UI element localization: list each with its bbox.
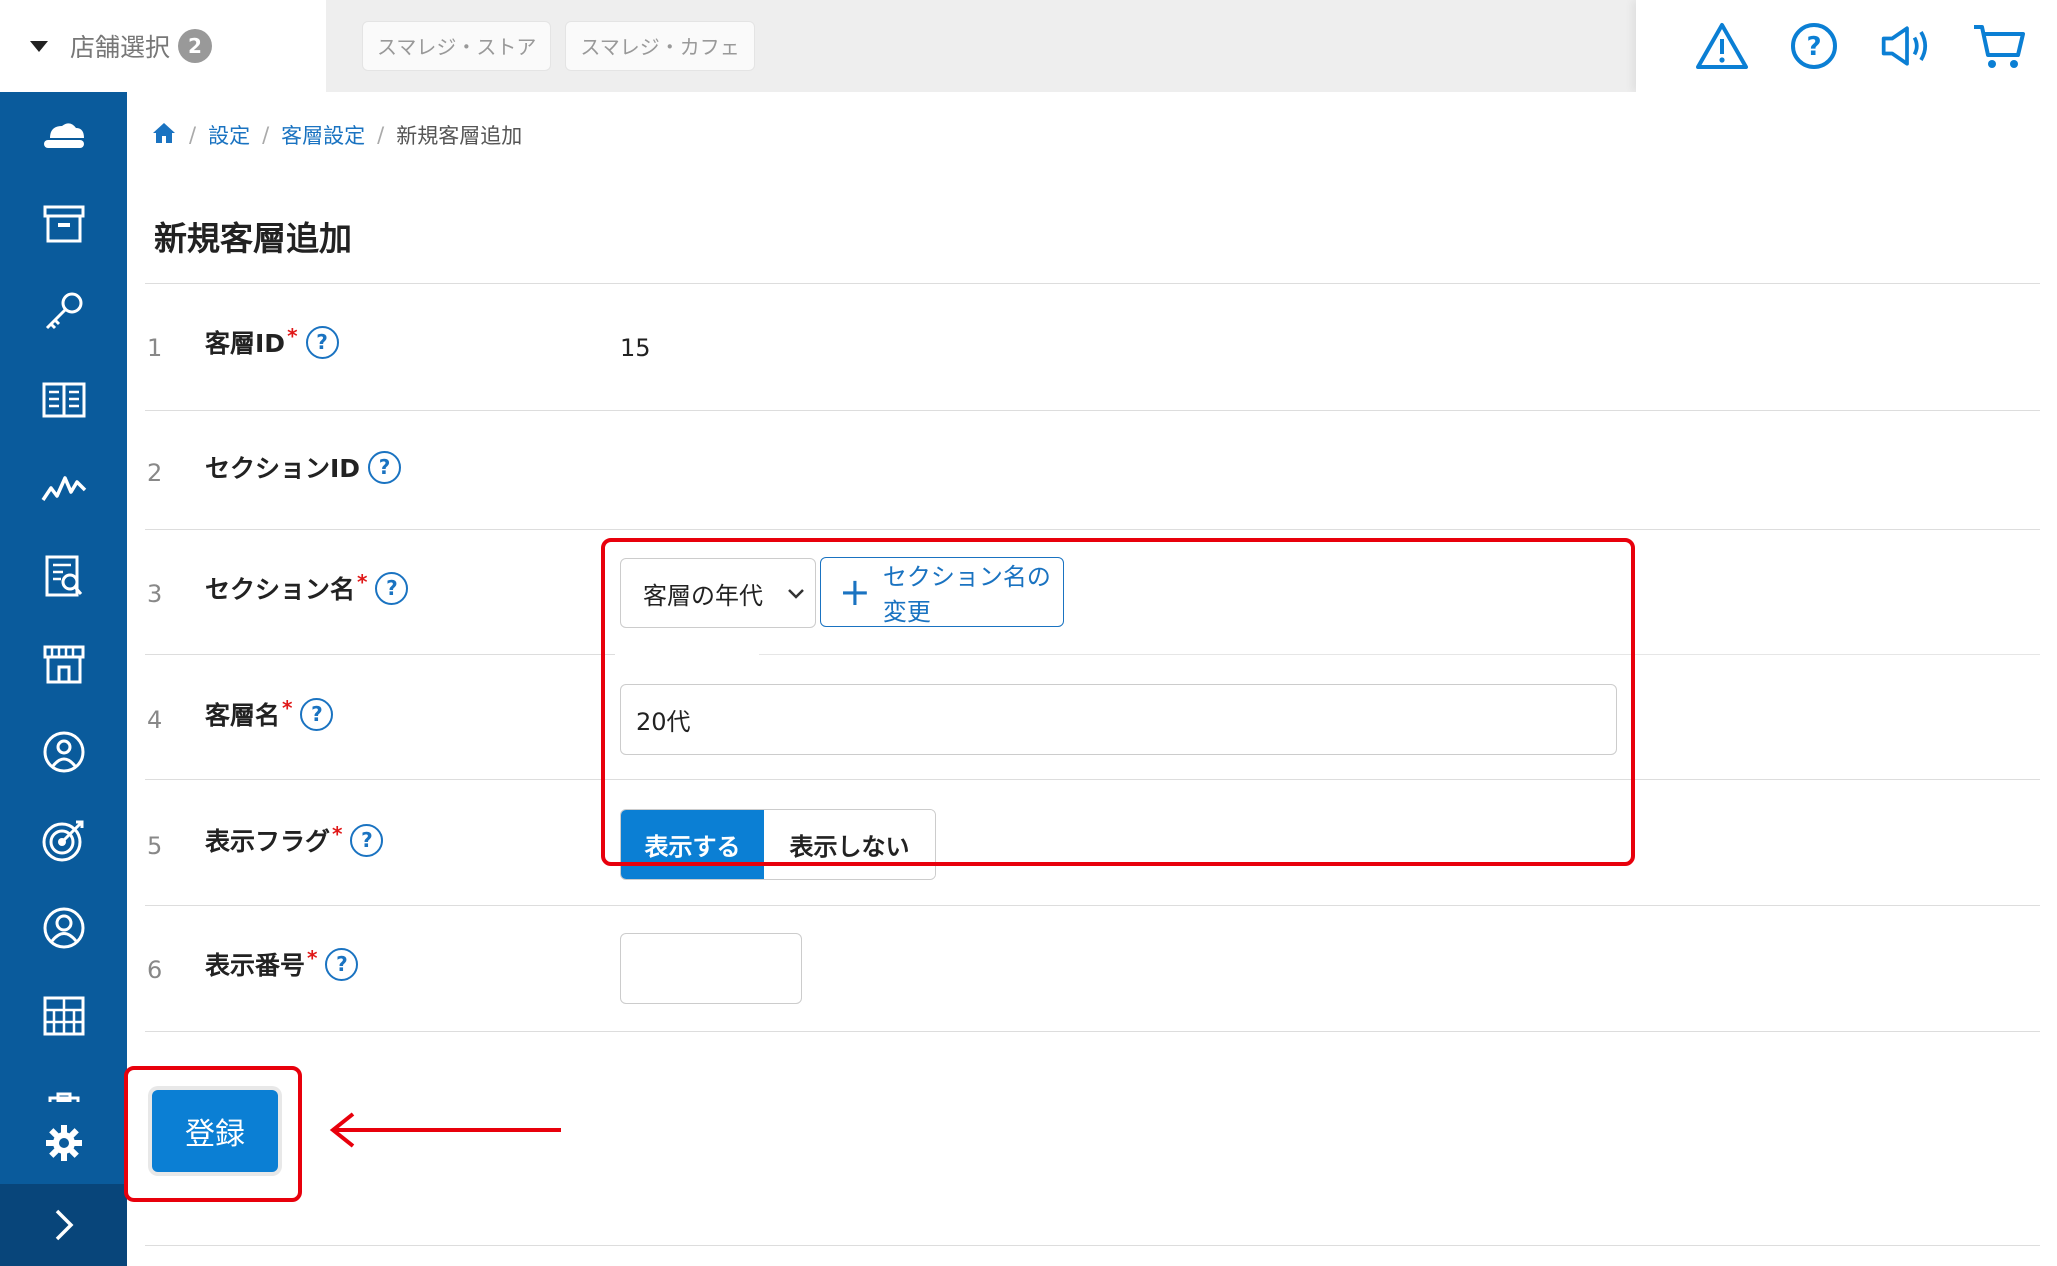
store-icon[interactable]: [0, 620, 127, 708]
divider: [145, 283, 2040, 284]
label-text: 客層名: [205, 701, 281, 730]
help-icon[interactable]: ?: [350, 823, 384, 857]
divider: [145, 529, 2040, 530]
sidebar-expand-button[interactable]: [0, 1184, 127, 1266]
cart-icon[interactable]: [1971, 18, 2027, 74]
required-mark: *: [307, 946, 318, 970]
store-count-badge: 2: [178, 29, 213, 63]
required-mark: *: [332, 822, 343, 846]
label-text: 客層ID: [205, 329, 286, 358]
key-icon[interactable]: [0, 268, 127, 356]
user-icon[interactable]: [0, 884, 127, 972]
breadcrumb: / 設定 / 客層設定 / 新規客層追加: [151, 120, 522, 150]
field-label-customer-id: 客層ID *?: [205, 324, 339, 360]
breadcrumb-separator: /: [262, 123, 270, 147]
label-text: 表示フラグ: [205, 827, 331, 856]
required-mark: *: [357, 570, 368, 594]
label-text: セクション名: [205, 575, 356, 604]
cloud-icon[interactable]: [0, 92, 127, 180]
svg-text:?: ?: [1807, 32, 1822, 62]
customer-icon[interactable]: [0, 708, 127, 796]
help-icon[interactable]: ?: [375, 571, 409, 605]
top-bar: 店舗選択 2 スマレジ・ストア スマレジ・カフェ ?: [0, 0, 2057, 92]
store-tab-1[interactable]: スマレジ・ストア: [362, 21, 552, 71]
divider: [145, 1245, 2040, 1246]
divider: [145, 654, 615, 655]
row-number: 5: [147, 832, 163, 860]
help-icon[interactable]: ?: [305, 325, 339, 359]
sidebar: [0, 92, 127, 1266]
breadcrumb-separator: /: [377, 123, 385, 147]
page-title: 新規客層追加: [154, 219, 352, 258]
megaphone-icon[interactable]: [1879, 18, 1935, 74]
field-label-section-id: セクションID?: [205, 449, 402, 485]
main-content: / 設定 / 客層設定 / 新規客層追加 新規客層追加 1 客層ID *? 15 …: [124, 92, 2057, 1266]
divider: [145, 1031, 2040, 1032]
grid-icon[interactable]: [0, 972, 127, 1060]
store-tab-2[interactable]: スマレジ・カフェ: [565, 21, 755, 71]
divider: [145, 905, 2040, 906]
required-mark: *: [282, 696, 293, 720]
top-icons: ?: [1636, 0, 2057, 92]
archive-icon[interactable]: [0, 180, 127, 268]
warning-icon[interactable]: [1694, 18, 1750, 74]
row-number: 4: [147, 706, 163, 734]
divider: [145, 410, 2040, 411]
field-label-customer-name: 客層名 *?: [205, 696, 334, 732]
row-number: 2: [147, 459, 163, 487]
help-icon[interactable]: ?: [300, 697, 334, 731]
row-number: 3: [147, 580, 163, 608]
home-icon[interactable]: [151, 121, 177, 150]
highlight-box-submit: [124, 1066, 302, 1202]
row-number: 6: [147, 956, 163, 984]
help-icon[interactable]: ?: [325, 947, 359, 981]
arrow-left-icon: [329, 1112, 561, 1148]
customer-id-value: 15: [620, 334, 651, 362]
label-text: 表示番号: [205, 951, 306, 980]
store-tabs: スマレジ・ストア スマレジ・カフェ: [326, 0, 1636, 92]
report-icon[interactable]: [0, 532, 127, 620]
required-mark: *: [287, 324, 298, 348]
store-select-label: 店舗選択: [70, 33, 171, 62]
highlight-box-section: [601, 538, 1635, 866]
store-select-dropdown[interactable]: 店舗選択 2: [0, 0, 326, 92]
field-label-display-flag: 表示フラグ *?: [205, 822, 384, 858]
label-text: セクションID: [205, 454, 361, 483]
gear-icon[interactable]: [0, 1102, 127, 1184]
row-number: 1: [147, 334, 163, 362]
target-icon[interactable]: [0, 796, 127, 884]
caret-down-icon: [30, 40, 48, 52]
chevron-right-icon: [55, 1209, 73, 1241]
breadcrumb-settings[interactable]: 設定: [208, 120, 250, 150]
book-icon[interactable]: [0, 356, 127, 444]
display-number-input[interactable]: [620, 933, 802, 1004]
breadcrumb-separator: /: [189, 123, 197, 147]
help-icon[interactable]: ?: [368, 450, 402, 484]
chart-icon[interactable]: [0, 444, 127, 532]
field-label-section-name: セクション名 *?: [205, 570, 409, 606]
field-label-display-number: 表示番号 *?: [205, 946, 359, 982]
breadcrumb-current: 新規客層追加: [396, 124, 523, 148]
breadcrumb-customer-settings[interactable]: 客層設定: [281, 120, 365, 150]
help-icon[interactable]: ?: [1786, 18, 1842, 74]
